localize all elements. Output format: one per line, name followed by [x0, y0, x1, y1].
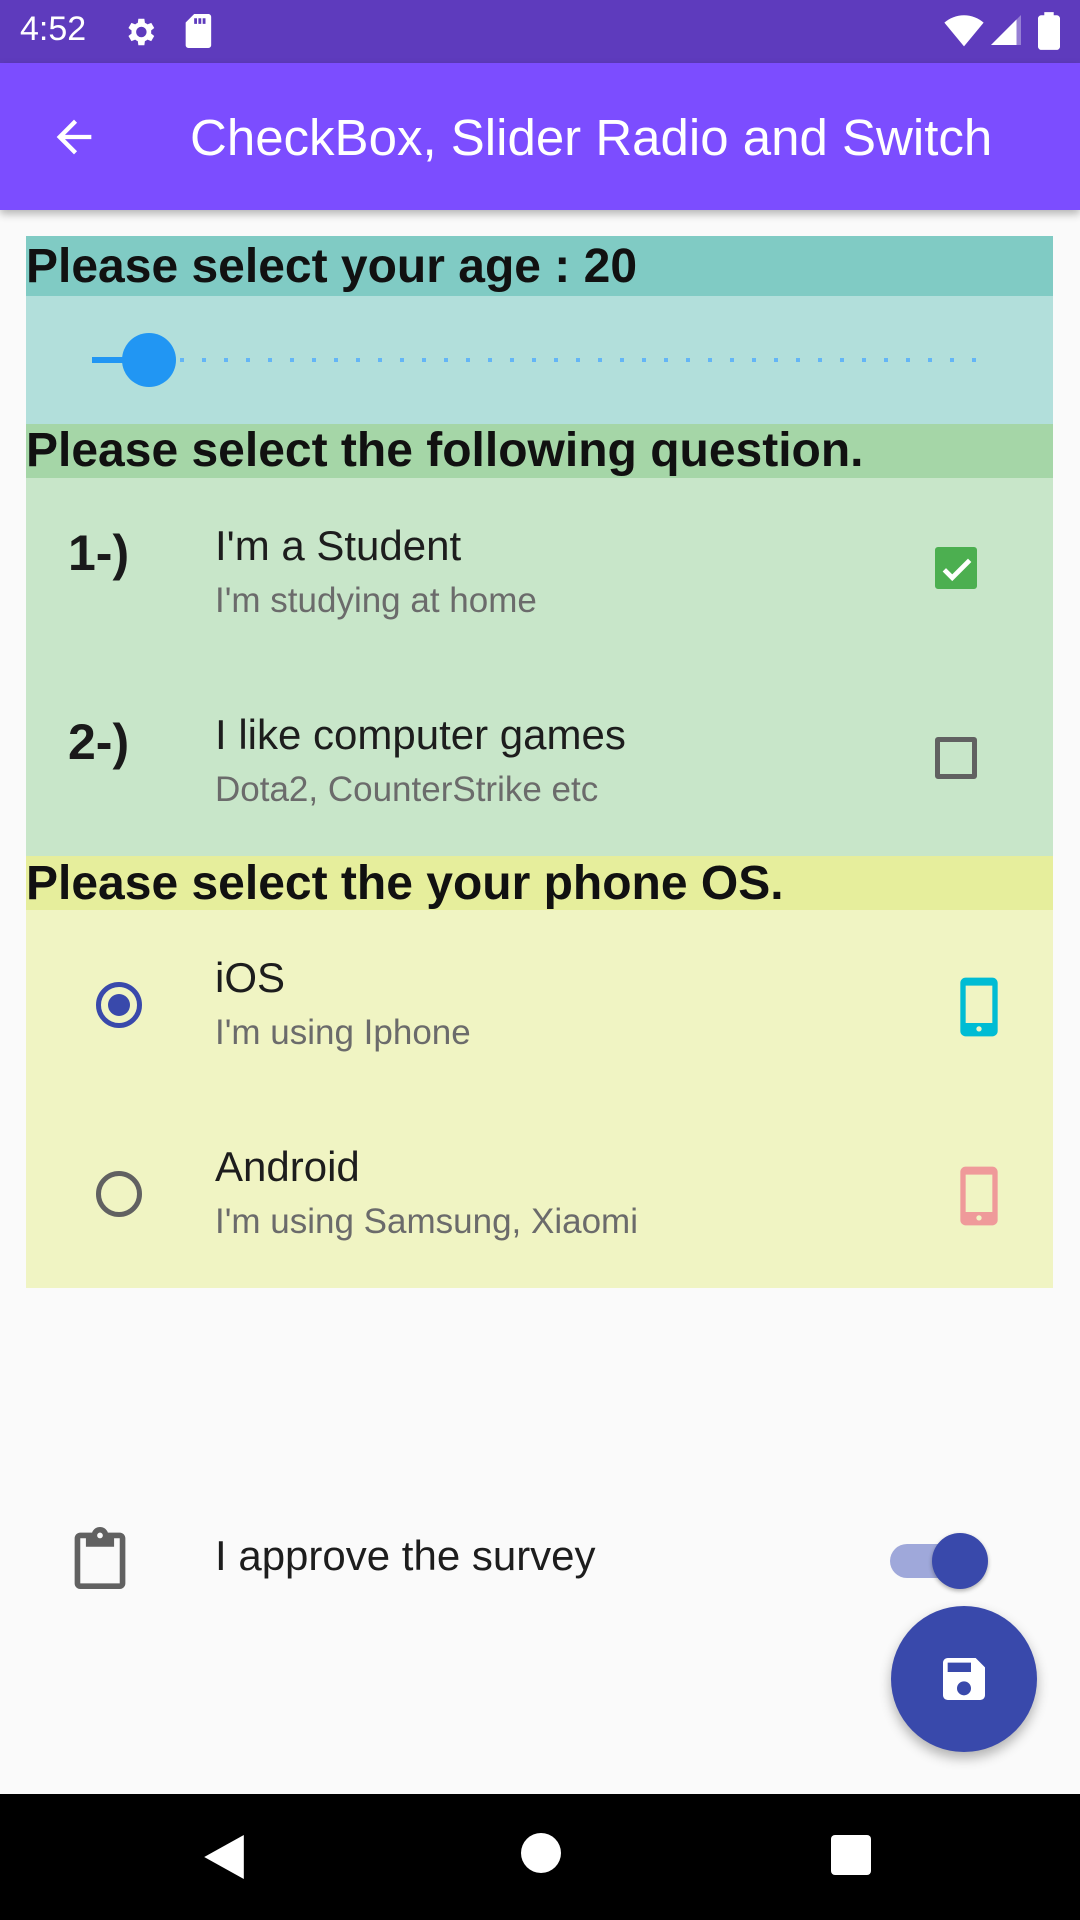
page-title: CheckBox, Slider Radio and Switch: [190, 109, 993, 166]
approve-switch[interactable]: [890, 1533, 988, 1589]
clipboard-icon: [74, 1527, 126, 1589]
age-heading: Please select your age : 20: [26, 240, 638, 293]
item-title: iOS: [215, 954, 286, 1001]
item-title: I like computer games: [215, 711, 626, 758]
sd-card-icon: [185, 14, 212, 48]
settings-icon: [128, 18, 155, 46]
android-radio[interactable]: [96, 1171, 142, 1217]
cell-signal-icon: [991, 15, 1021, 45]
save-icon: [943, 1658, 985, 1700]
home-circle-icon[interactable]: [521, 1833, 561, 1873]
item-subtitle: Dota2, CounterStrike etc: [215, 770, 599, 809]
os-heading: Please select the your phone OS.: [26, 857, 784, 910]
list-item-question-1[interactable]: 1-) I'm a Student I'm studying at home: [26, 478, 1053, 667]
item-title: Android: [215, 1143, 360, 1190]
phone-icon: [960, 977, 998, 1037]
question-heading: Please select the following question.: [26, 424, 864, 477]
games-checkbox[interactable]: [935, 737, 977, 779]
item-title: I'm a Student: [215, 522, 462, 569]
ios-radio[interactable]: [96, 982, 142, 1028]
age-slider[interactable]: [92, 333, 992, 387]
recents-square-icon[interactable]: [831, 1835, 871, 1875]
check-icon: [942, 558, 972, 582]
switch-thumb[interactable]: [932, 1533, 988, 1589]
list-item-os-android[interactable]: Android I'm using Samsung, Xiaomi: [26, 1099, 1053, 1288]
student-checkbox[interactable]: [935, 547, 977, 589]
approve-survey-row[interactable]: I approve the survey: [0, 1515, 1080, 1603]
item-number: 1-): [68, 525, 130, 581]
navigation-bar: [0, 1794, 1080, 1920]
app-bar: CheckBox, Slider Radio and Switch: [0, 63, 1080, 210]
back-arrow-icon[interactable]: [48, 111, 100, 163]
slider-track: [92, 358, 992, 362]
wifi-icon: [944, 15, 984, 47]
item-subtitle: I'm using Iphone: [215, 1013, 471, 1052]
slider-active-track: [92, 357, 126, 363]
approve-label: I approve the survey: [215, 1532, 596, 1579]
save-fab-button[interactable]: [891, 1606, 1037, 1752]
item-subtitle: I'm using Samsung, Xiaomi: [215, 1202, 638, 1241]
phone-icon: [960, 1166, 998, 1226]
status-time: 4:52: [20, 10, 87, 48]
list-item-question-2[interactable]: 2-) I like computer games Dota2, Counter…: [26, 667, 1053, 856]
battery-icon: [1038, 12, 1060, 50]
item-subtitle: I'm studying at home: [215, 581, 537, 620]
list-item-os-ios[interactable]: iOS I'm using Iphone: [26, 910, 1053, 1099]
slider-thumb[interactable]: [122, 333, 176, 387]
back-triangle-icon[interactable]: [202, 1832, 246, 1882]
item-number: 2-): [68, 714, 130, 770]
status-bar: 4:52: [0, 0, 1080, 63]
